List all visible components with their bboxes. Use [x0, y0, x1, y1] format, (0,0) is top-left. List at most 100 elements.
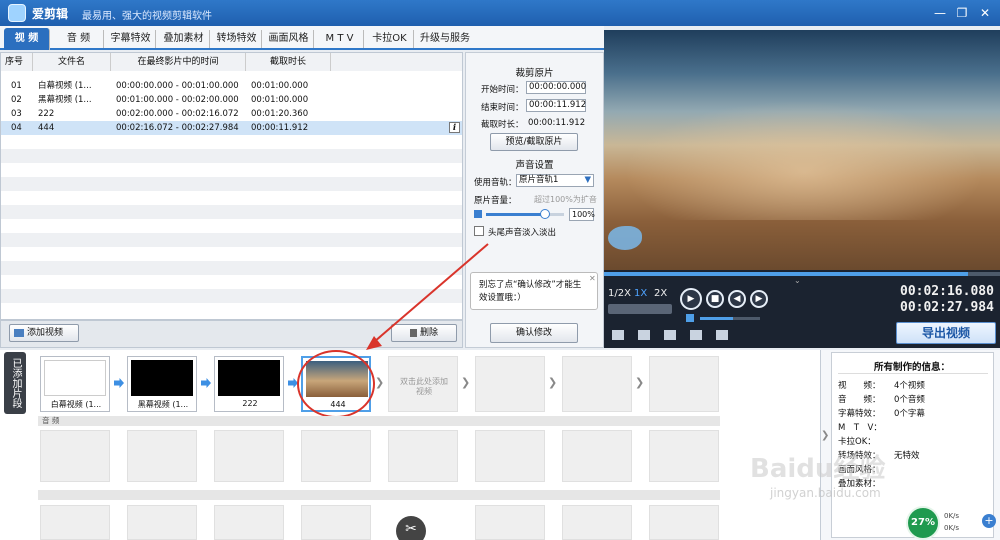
speaker-icon: [474, 210, 482, 218]
audio-track-select[interactable]: 原片音轨1 ▼: [516, 174, 594, 187]
audio-slot[interactable]: [388, 430, 458, 482]
volume-icon: [686, 314, 694, 322]
upload-speed: 0K/s: [944, 512, 960, 520]
col-header-no[interactable]: 序号: [1, 53, 33, 71]
collapse-icon[interactable]: ⌄: [794, 276, 801, 285]
empty-slot[interactable]: [649, 356, 719, 412]
table-row[interactable]: 01 白幕视频 (1... 00:00:00.000 - 00:01:00.00…: [1, 79, 462, 93]
snapshot-icon[interactable]: [612, 330, 624, 340]
video-preview[interactable]: [604, 30, 1000, 270]
audio-slot[interactable]: [562, 430, 632, 482]
track-slot[interactable]: [649, 505, 719, 540]
end-time-field[interactable]: 00:00:11.912: [526, 99, 586, 112]
restore-button[interactable]: ❐: [952, 4, 972, 22]
close-button[interactable]: ✕: [975, 4, 995, 22]
add-icon[interactable]: +: [982, 514, 996, 528]
volume-slider[interactable]: [486, 209, 564, 219]
tab-audio[interactable]: 音 频: [54, 30, 104, 48]
app-logo-icon: [8, 4, 26, 22]
table-row-selected[interactable]: 04 444 00:02:16.072 - 00:02:27.984 00:00…: [1, 121, 462, 135]
volume-handle[interactable]: [539, 209, 550, 219]
timeline: 白幕视频 (1... 黑幕视频 (1... 222 444 ❯ 双击此处添加视频…: [0, 350, 820, 540]
col-header-time[interactable]: 在最终影片中的时间: [111, 53, 246, 71]
empty-slot[interactable]: [475, 356, 545, 412]
stop-button[interactable]: ■: [706, 290, 724, 308]
audio-track-header: 音 频: [38, 416, 720, 426]
info-title: 所有制作的信息：: [874, 362, 951, 373]
speed-half[interactable]: 1/2X: [608, 288, 631, 299]
volume-value[interactable]: 100%: [569, 208, 595, 221]
share-icon[interactable]: [716, 330, 728, 340]
info-icon[interactable]: i: [449, 122, 460, 133]
track-header: [38, 490, 720, 500]
expand-icon[interactable]: ❯: [821, 430, 829, 444]
tab-upgrade[interactable]: 升级与服务: [416, 30, 474, 48]
table-row[interactable]: 02 黑幕视频 (1... 00:01:00.000 - 00:02:00.00…: [1, 93, 462, 107]
speed-slider[interactable]: [608, 304, 672, 314]
tab-subtitle[interactable]: 字幕特效: [106, 30, 156, 48]
speed-1x[interactable]: 1X: [634, 288, 647, 299]
audio-slot[interactable]: [301, 430, 371, 482]
close-icon[interactable]: ✕: [589, 274, 596, 283]
track-slot[interactable]: [40, 505, 110, 540]
tab-transition[interactable]: 转场特效: [212, 30, 262, 48]
preview-clouds: [624, 100, 984, 220]
app-slogan: 最易用、强大的视频剪辑软件: [82, 11, 212, 22]
total-time: 00:02:27.984: [900, 300, 994, 315]
player-volume-slider[interactable]: [700, 317, 760, 320]
confirm-button[interactable]: 确认修改: [490, 323, 578, 343]
download-speed: 0K/s: [944, 524, 960, 532]
title-bar: 爱剪辑 最易用、强大的视频剪辑软件 — ❐ ✕: [0, 0, 1000, 26]
timeline-clip[interactable]: 白幕视频 (1...: [40, 356, 110, 412]
seek-fill: [604, 272, 969, 276]
col-header-name[interactable]: 文件名: [33, 53, 111, 71]
track-slot[interactable]: [214, 505, 284, 540]
help-icon[interactable]: [690, 330, 702, 340]
col-header-duration[interactable]: 截取时长: [246, 53, 331, 71]
minimize-button[interactable]: —: [930, 4, 950, 22]
save-icon[interactable]: [664, 330, 676, 340]
chevron-down-icon: ▼: [584, 175, 591, 185]
tab-style[interactable]: 画面风格: [264, 30, 314, 48]
audio-slot[interactable]: [214, 430, 284, 482]
empty-slot[interactable]: [562, 356, 632, 412]
folder-icon[interactable]: [638, 330, 650, 340]
audio-slot[interactable]: [475, 430, 545, 482]
speed-2x[interactable]: 2X: [654, 288, 667, 299]
next-frame-button[interactable]: ▶: [750, 290, 768, 308]
track-slot[interactable]: [127, 505, 197, 540]
volume-fill: [486, 213, 545, 216]
tab-mtv[interactable]: M T V: [316, 30, 364, 48]
annotation-arrow: [366, 243, 489, 350]
timeline-clip[interactable]: 222: [214, 356, 284, 412]
timeline-clip[interactable]: 黑幕视频 (1...: [127, 356, 197, 412]
crop-section-title: 裁剪原片: [515, 68, 554, 79]
audio-slot[interactable]: [127, 430, 197, 482]
sequence-arrow-icon: [114, 378, 124, 388]
watermark-url: jingyan.baidu.com: [770, 486, 881, 500]
track-slot[interactable]: [562, 505, 632, 540]
track-slot[interactable]: [475, 505, 545, 540]
audio-slot[interactable]: [40, 430, 110, 482]
prev-frame-button[interactable]: ◀: [728, 290, 746, 308]
added-clips-label: 已添加片段: [4, 352, 26, 414]
play-button[interactable]: ▶: [680, 288, 702, 310]
audio-section-title: 声音设置: [515, 160, 554, 171]
cpu-usage-badge[interactable]: 27%: [906, 506, 940, 540]
add-video-slot[interactable]: 双击此处添加视频: [388, 356, 458, 412]
track-slot[interactable]: [301, 505, 371, 540]
export-video-button[interactable]: 导出视频: [896, 322, 996, 344]
dolphin-logo-icon: [608, 226, 642, 250]
scissors-icon[interactable]: ✂: [396, 516, 426, 540]
preview-crop-button[interactable]: 预览/截取原片: [490, 133, 578, 151]
seek-bar[interactable]: [604, 272, 1000, 276]
table-row[interactable]: 03 222 00:02:00.000 - 00:02:16.072 00:01…: [1, 107, 462, 121]
sequence-arrow-icon: [201, 378, 211, 388]
audio-slot[interactable]: [649, 430, 719, 482]
start-time-field[interactable]: 00:00:00.000: [526, 81, 586, 94]
add-video-button[interactable]: 添加视频: [9, 324, 79, 342]
tab-video[interactable]: 视 频: [4, 28, 50, 50]
tab-karaoke[interactable]: 卡拉OK: [366, 30, 414, 48]
tab-overlay[interactable]: 叠加素材: [158, 30, 210, 48]
highlight-circle: [297, 350, 375, 418]
